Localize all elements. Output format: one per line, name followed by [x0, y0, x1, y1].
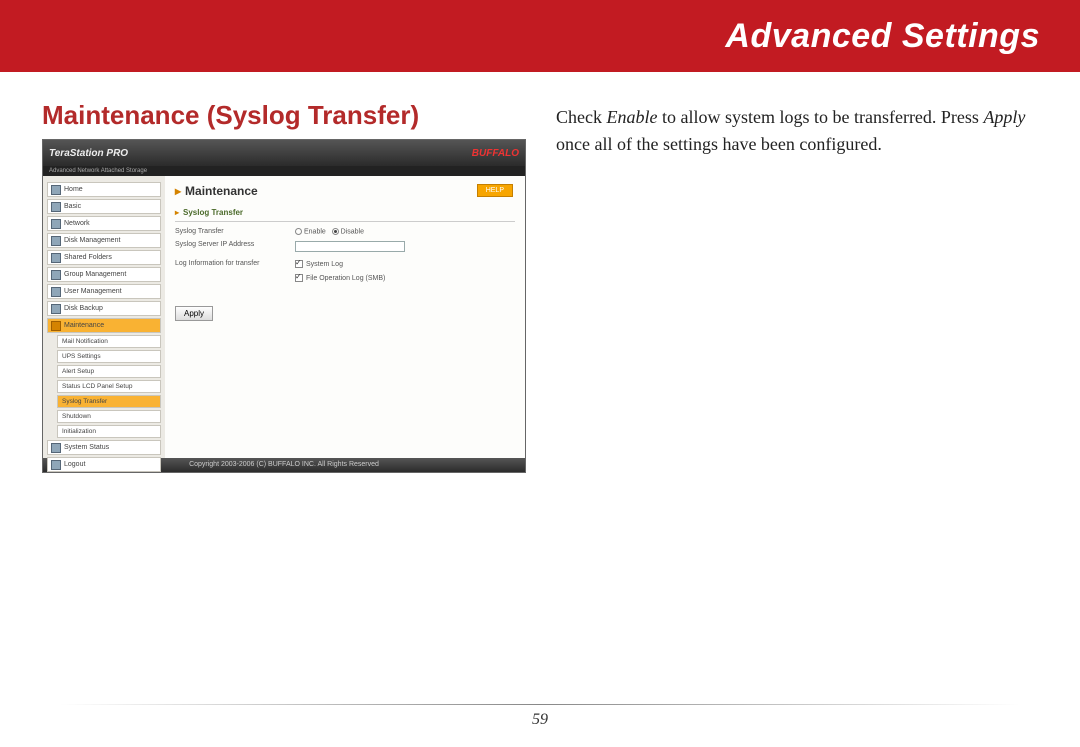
row-value: [295, 241, 515, 254]
divider: [175, 221, 515, 222]
nav-icon: [51, 236, 61, 246]
row-value: System Log: [295, 260, 515, 268]
nav-icon: [51, 270, 61, 280]
page-number: 59: [0, 711, 1080, 729]
subnav-ups-settings[interactable]: UPS Settings: [57, 350, 161, 363]
subnav-syslog-transfer[interactable]: Syslog Transfer: [57, 395, 161, 408]
nav-icon: [51, 202, 61, 212]
nav-icon: [51, 304, 61, 314]
syslog-server-ip-input[interactable]: [295, 241, 405, 252]
sidebar-item-home[interactable]: Home: [47, 182, 161, 197]
nav-icon: [51, 443, 61, 453]
text-part: once all of the settings have been confi…: [556, 134, 882, 154]
footer-rule: [60, 704, 1020, 705]
sidebar-item-network[interactable]: Network: [47, 216, 161, 231]
text-part: to allow system logs to be transferred. …: [657, 107, 983, 127]
row-value: File Operation Log (SMB): [295, 274, 515, 282]
row-log-info: Log Information for transfer System Log: [175, 260, 515, 268]
subnav-shutdown[interactable]: Shutdown: [57, 410, 161, 423]
emph-apply: Apply: [983, 107, 1025, 127]
sidebar-item-label: Disk Backup: [64, 305, 103, 312]
radio-enable-label: Enable: [304, 228, 326, 235]
sidebar-item-user-management[interactable]: User Management: [47, 284, 161, 299]
main-panel-title: Maintenance: [175, 184, 515, 198]
nav-icon: [51, 287, 61, 297]
row-label: Log Information for transfer: [175, 260, 295, 268]
row-label: Syslog Server IP Address: [175, 241, 295, 254]
row-value: Enable Disable: [295, 228, 515, 235]
subnav-alert-setup[interactable]: Alert Setup: [57, 365, 161, 378]
sidebar-item-label: Disk Management: [64, 237, 120, 244]
row-log-info-2: File Operation Log (SMB): [175, 274, 515, 282]
text-part: Check: [556, 107, 606, 127]
radio-enable[interactable]: [295, 228, 302, 235]
sidebar-item-group-management[interactable]: Group Management: [47, 267, 161, 282]
apply-button[interactable]: Apply: [175, 306, 213, 321]
nav-icon: [51, 460, 61, 470]
subnav-initialization[interactable]: Initialization: [57, 425, 161, 438]
sidebar-item-basic[interactable]: Basic: [47, 199, 161, 214]
left-column: Maintenance (Syslog Transfer) TeraStatio…: [42, 100, 522, 473]
content: Maintenance (Syslog Transfer) TeraStatio…: [0, 72, 1080, 473]
brand-logo: BUFFALO: [472, 148, 519, 159]
checkbox-system-log[interactable]: [295, 260, 303, 268]
sidebar-item-label: User Management: [64, 288, 122, 295]
subnav-status-lcd-panel-setup[interactable]: Status LCD Panel Setup: [57, 380, 161, 393]
radio-disable-label: Disable: [341, 228, 364, 235]
row-label-empty: [175, 274, 295, 282]
ss-tagline: Advanced Network Attached Storage: [43, 166, 525, 176]
radio-disable[interactable]: [332, 228, 339, 235]
ss-sidebar: Home Basic Network Disk Management Share…: [43, 176, 165, 458]
nav-icon: [51, 219, 61, 229]
ss-main: Maintenance HELP Syslog Transfer Syslog …: [165, 176, 525, 458]
instruction-text: Check Enable to allow system logs to be …: [556, 100, 1038, 473]
nav-icon: [51, 253, 61, 263]
subnav-mail-notification[interactable]: Mail Notification: [57, 335, 161, 348]
row-syslog-server-ip: Syslog Server IP Address: [175, 241, 515, 254]
nav-icon: [51, 321, 61, 331]
emph-enable: Enable: [606, 107, 657, 127]
section-title: Maintenance (Syslog Transfer): [42, 100, 522, 131]
checkbox-system-log-label: System Log: [306, 261, 343, 268]
sidebar-item-system-status[interactable]: System Status: [47, 440, 161, 455]
sidebar-item-maintenance[interactable]: Maintenance: [47, 318, 161, 333]
row-syslog-transfer: Syslog Transfer Enable Disable: [175, 228, 515, 235]
checkbox-file-op-log[interactable]: [295, 274, 303, 282]
sidebar-item-disk-backup[interactable]: Disk Backup: [47, 301, 161, 316]
page-footer: 59: [0, 704, 1080, 729]
row-label: Syslog Transfer: [175, 228, 295, 235]
sidebar-item-label: System Status: [64, 444, 109, 451]
product-logo: TeraStation PRO: [49, 148, 128, 159]
checkbox-file-op-log-label: File Operation Log (SMB): [306, 275, 385, 282]
subsection-title: Syslog Transfer: [175, 208, 515, 217]
sidebar-item-label: Maintenance: [64, 322, 104, 329]
sidebar-item-label: Logout: [64, 461, 85, 468]
sidebar-item-label: Home: [64, 186, 83, 193]
sidebar-item-label: Shared Folders: [64, 254, 112, 261]
sidebar-item-label: Group Management: [64, 271, 126, 278]
ss-body: Home Basic Network Disk Management Share…: [43, 176, 525, 458]
sidebar-item-disk-management[interactable]: Disk Management: [47, 233, 161, 248]
nav-icon: [51, 185, 61, 195]
admin-ui-screenshot: TeraStation PRO BUFFALO Advanced Network…: [42, 139, 526, 473]
sidebar-item-logout[interactable]: Logout: [47, 457, 161, 472]
ss-header: TeraStation PRO BUFFALO: [43, 140, 525, 166]
header-banner: Advanced Settings: [0, 0, 1080, 72]
sidebar-item-shared-folders[interactable]: Shared Folders: [47, 250, 161, 265]
sidebar-item-label: Network: [64, 220, 90, 227]
sidebar-item-label: Basic: [64, 203, 81, 210]
help-button[interactable]: HELP: [477, 184, 513, 197]
page-header: Advanced Settings: [725, 17, 1040, 56]
